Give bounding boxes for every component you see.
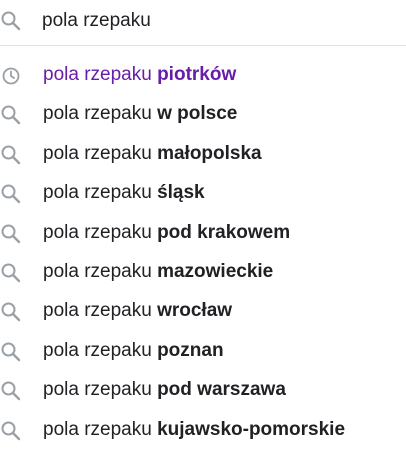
search-bar bbox=[0, 0, 406, 46]
suggestion-item[interactable]: pola rzepaku pod krakowem bbox=[0, 214, 406, 253]
search-icon bbox=[0, 262, 22, 284]
suggestion-completion: poznan bbox=[157, 339, 224, 361]
suggestion-item[interactable]: pola rzepaku wrocław bbox=[0, 292, 406, 331]
suggestion-item[interactable]: pola rzepaku poznan bbox=[0, 332, 406, 371]
suggestion-completion: małopolska bbox=[157, 142, 262, 164]
suggestion-prefix: pola rzepaku bbox=[43, 418, 152, 440]
suggestion-prefix: pola rzepaku bbox=[43, 182, 152, 204]
suggestion-text: pola rzepaku poznan bbox=[43, 340, 224, 362]
suggestion-item[interactable]: pola rzepaku pod warszawa bbox=[0, 371, 406, 410]
suggestion-prefix: pola rzepaku bbox=[43, 64, 152, 85]
search-icon bbox=[0, 341, 22, 363]
suggestion-text: pola rzepaku kujawsko-pomorskie bbox=[43, 419, 345, 441]
search-input[interactable] bbox=[42, 7, 392, 35]
suggestion-prefix: pola rzepaku bbox=[43, 221, 152, 243]
suggestion-item[interactable]: pola rzepaku śląsk bbox=[0, 174, 406, 213]
suggestion-text: pola rzepaku wrocław bbox=[43, 300, 232, 322]
suggestion-text: pola rzepaku w polsce bbox=[43, 103, 237, 125]
suggestion-item[interactable]: pola rzepaku kujawsko-pomorskie bbox=[0, 411, 406, 450]
suggestion-text: pola rzepaku mazowieckie bbox=[43, 261, 273, 283]
suggestion-item[interactable]: pola rzepaku mazowieckie bbox=[0, 253, 406, 292]
search-icon bbox=[0, 183, 22, 205]
suggestion-completion: wrocław bbox=[157, 300, 233, 322]
suggestion-completion: śląsk bbox=[157, 182, 205, 204]
suggestion-text: pola rzepaku małopolska bbox=[43, 143, 262, 165]
search-icon bbox=[0, 223, 22, 245]
suggestion-prefix: pola rzepaku bbox=[43, 379, 152, 401]
suggestion-completion: w polsce bbox=[157, 103, 238, 125]
search-icon bbox=[0, 104, 22, 126]
suggestion-item[interactable]: pola rzepaku piotrków bbox=[0, 56, 406, 95]
suggestion-text: pola rzepaku śląsk bbox=[43, 182, 205, 204]
search-icon bbox=[0, 420, 22, 442]
suggestion-completion: mazowieckie bbox=[157, 260, 274, 282]
suggestion-prefix: pola rzepaku bbox=[43, 300, 152, 322]
suggestion-completion: piotrków bbox=[157, 64, 237, 85]
suggestion-item[interactable]: pola rzepaku małopolska bbox=[0, 135, 406, 174]
suggestion-prefix: pola rzepaku bbox=[43, 142, 152, 164]
suggestion-completion: pod warszawa bbox=[157, 379, 286, 401]
search-icon bbox=[0, 301, 22, 323]
history-clock-icon bbox=[0, 65, 22, 87]
suggestion-completion: kujawsko-pomorskie bbox=[157, 418, 346, 440]
suggestion-text: pola rzepaku piotrków bbox=[43, 64, 236, 86]
search-icon bbox=[0, 380, 22, 402]
suggestion-prefix: pola rzepaku bbox=[43, 103, 152, 125]
suggestion-prefix: pola rzepaku bbox=[43, 339, 152, 361]
search-icon bbox=[0, 10, 22, 32]
suggestion-prefix: pola rzepaku bbox=[43, 260, 152, 282]
search-icon bbox=[0, 144, 22, 166]
suggestion-completion: pod krakowem bbox=[157, 221, 291, 243]
suggestion-item[interactable]: pola rzepaku w polsce bbox=[0, 95, 406, 134]
suggestion-text: pola rzepaku pod krakowem bbox=[43, 222, 290, 244]
suggestion-list: pola rzepaku piotrków pola rzepaku w pol… bbox=[0, 56, 406, 450]
suggestion-text: pola rzepaku pod warszawa bbox=[43, 379, 286, 401]
